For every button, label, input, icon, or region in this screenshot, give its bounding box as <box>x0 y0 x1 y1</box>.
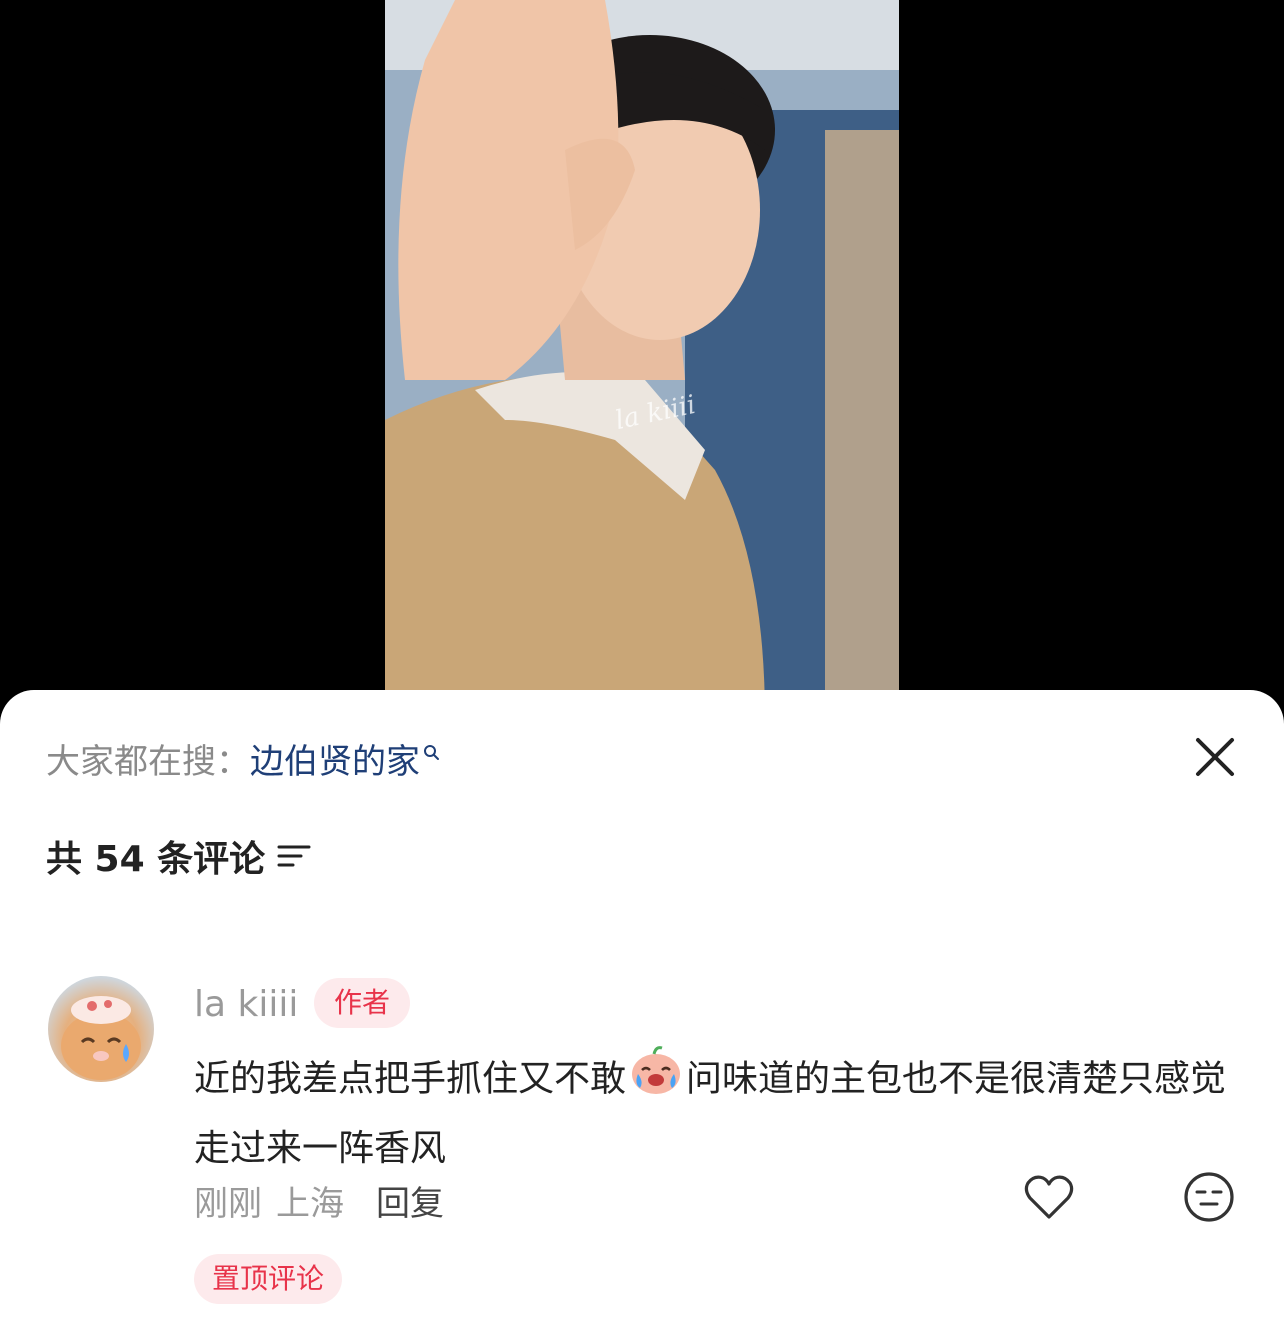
search-icon <box>422 730 440 770</box>
neutral-face-icon <box>1184 1172 1234 1222</box>
pinned-comment-badge: 置顶评论 <box>194 1254 343 1304</box>
reaction-button[interactable] <box>1182 1170 1236 1228</box>
search-suggestion-term[interactable]: 边伯贤的家 <box>250 742 420 782</box>
like-button[interactable] <box>1022 1172 1076 1226</box>
close-button[interactable] <box>1190 732 1240 782</box>
comment-location: 上海 <box>276 1184 344 1224</box>
sort-button[interactable] <box>277 841 311 871</box>
close-icon <box>1196 738 1234 776</box>
video-player[interactable]: la kiiii <box>0 0 1284 720</box>
crying-emoji-icon <box>628 1044 684 1117</box>
comment-username[interactable]: la kiiii <box>194 984 298 1025</box>
search-suggestion[interactable]: 大家都在搜：边伯贤的家 <box>46 734 440 783</box>
comment-count: 共 54 条评论 <box>46 839 266 880</box>
comments-sheet: 大家都在搜：边伯贤的家 共 54 条评论 la kiiii 作者 近的我差点把手… <box>0 690 1284 1344</box>
avatar[interactable] <box>48 976 154 1082</box>
comment-meta: 刚刚 上海 回复 <box>194 1176 444 1225</box>
reply-button[interactable]: 回复 <box>376 1184 444 1224</box>
comment-text-part1: 近的我差点把手抓住又不敢 <box>194 1058 627 1100</box>
comment-count-row: 共 54 条评论 <box>46 830 311 882</box>
kitten-avatar-image <box>61 996 141 1080</box>
video-still <box>385 0 899 720</box>
sort-icon <box>277 845 311 867</box>
search-suggestion-prefix: 大家都在搜： <box>46 742 250 782</box>
comment-text: 近的我差点把手抓住又不敢 问味道的主包也不是很清楚只感觉走过来一阵香风 <box>194 1044 1234 1181</box>
heart-icon <box>1024 1175 1074 1219</box>
author-badge: 作者 <box>314 978 411 1028</box>
video-frame[interactable]: la kiiii <box>385 0 899 720</box>
comment-time: 刚刚 <box>194 1184 262 1224</box>
